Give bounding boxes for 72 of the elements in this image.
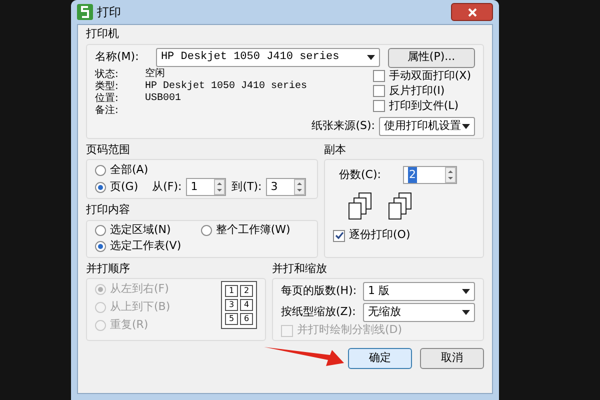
info-label: 类型:	[95, 80, 120, 92]
radio-button[interactable]	[95, 241, 106, 252]
radio-button[interactable]	[95, 164, 106, 176]
checkbox-label: 并打时绘制分割线(D)	[297, 322, 402, 338]
field-label: 份数(C):	[339, 166, 381, 183]
spinner-arrows-icon	[214, 179, 225, 195]
checkbox-label: 手动双面打印(X)	[388, 68, 471, 84]
dialog-button[interactable]: 取消	[420, 348, 484, 369]
checkbox-label: 反片打印(I)	[388, 82, 445, 99]
group-title: 副本	[324, 142, 347, 158]
field-label: 每页的版数(H):	[281, 283, 357, 300]
info-value: HP Deskjet 1050 J410 series	[145, 80, 308, 93]
field-label: 纸张来源(S):	[312, 118, 375, 134]
number-field[interactable]: 1	[186, 178, 226, 196]
close-icon	[468, 8, 476, 16]
dropdown-arrow-icon	[462, 310, 470, 315]
checkbox[interactable]	[333, 230, 345, 242]
page-number: 2	[240, 285, 253, 297]
group-title: 打印机	[86, 26, 120, 42]
stacked-pages-icon	[387, 192, 413, 222]
radio-label: 选定工作表(V)	[110, 238, 182, 254]
info-label: 备注:	[95, 104, 120, 118]
properties-button[interactable]: 属性(P)...	[388, 48, 475, 68]
radio-label: 页(G)	[110, 178, 138, 195]
number-field[interactable]: 2	[402, 166, 457, 184]
page-number: 1	[225, 285, 238, 297]
radio-label: 重复(R)	[110, 316, 148, 333]
checkbox-label: 打印到文件(L)	[388, 98, 459, 114]
field-label: 到(T):	[232, 178, 262, 195]
info-value: USB001	[145, 92, 182, 106]
checkbox[interactable]	[372, 70, 385, 82]
info-label: 位置:	[95, 92, 120, 104]
dropdown[interactable]: 使用打印机设置	[379, 116, 475, 136]
radio-button[interactable]	[95, 225, 106, 236]
radio-label: 全部(A)	[110, 162, 148, 178]
radio-button[interactable]	[95, 182, 106, 192]
checkmark-icon	[334, 231, 344, 240]
spinner-arrows-icon	[294, 179, 305, 195]
dropdown-arrow-icon	[366, 55, 375, 60]
checkbox[interactable]	[372, 100, 385, 112]
radio-label: 选定区域(N)	[110, 222, 171, 238]
dropdown[interactable]: HP Deskjet 1050 J410 series	[156, 48, 380, 67]
dropdown[interactable]: 1 版	[363, 282, 475, 301]
page-number: 5	[225, 313, 238, 325]
page-number: 6	[240, 313, 253, 325]
page-number: 4	[240, 299, 253, 311]
dropdown-arrow-icon	[462, 124, 470, 128]
info-label: 状态:	[95, 68, 120, 80]
group-title: 并打和缩放	[272, 260, 328, 276]
dropdown[interactable]: 无缩放	[363, 303, 475, 322]
field-label: 名称(M):	[95, 49, 140, 66]
app-logo-icon	[77, 4, 93, 20]
radio-label: 从上到下(B)	[110, 298, 170, 315]
field-label: 从(F):	[152, 178, 182, 195]
window-title: 打印	[97, 4, 121, 21]
checkbox-label: 逐份打印(O)	[349, 227, 410, 244]
stacked-pages-icon	[347, 192, 373, 222]
group-title: 打印内容	[86, 202, 131, 218]
close-button[interactable]	[451, 3, 493, 21]
dialog-button[interactable]: 确定	[348, 348, 412, 369]
radio-button[interactable]	[200, 225, 212, 236]
number-field[interactable]: 3	[266, 178, 306, 196]
dropdown-arrow-icon	[462, 289, 470, 294]
info-value: 空闲	[145, 67, 165, 80]
spinner-arrows-icon	[444, 167, 456, 183]
group-title: 页码范围	[86, 142, 131, 158]
page-number: 3	[225, 299, 238, 311]
group-title: 并打顺序	[86, 260, 131, 276]
radio-label: 整个工作簿(W)	[216, 222, 290, 238]
field-label: 按纸型缩放(Z):	[281, 304, 356, 320]
checkbox[interactable]	[372, 85, 385, 97]
radio-label: 从左到右(F)	[110, 280, 169, 297]
